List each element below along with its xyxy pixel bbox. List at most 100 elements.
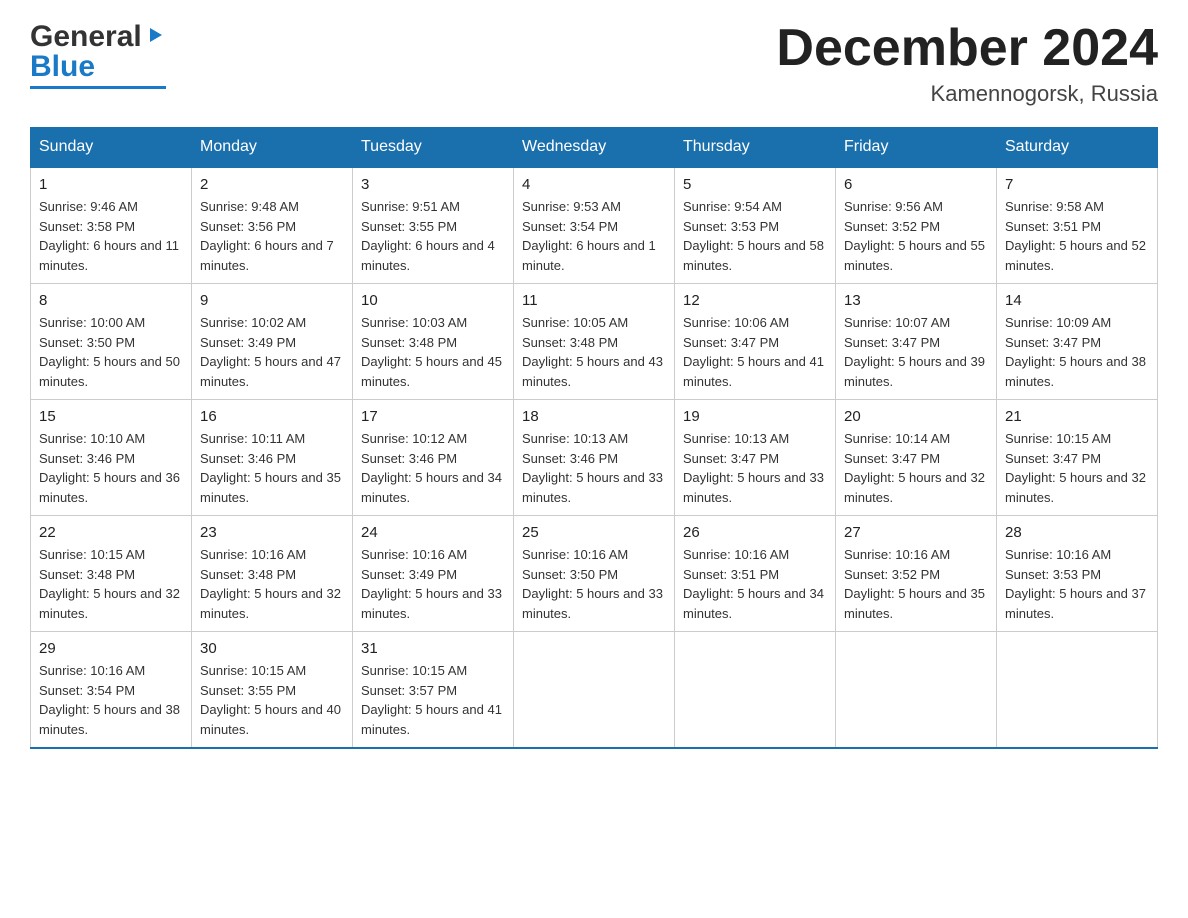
- calendar-header-row: SundayMondayTuesdayWednesdayThursdayFrid…: [31, 128, 1158, 168]
- day-info: Sunrise: 10:16 AMSunset: 3:48 PMDaylight…: [200, 545, 344, 623]
- day-number: 16: [200, 408, 344, 425]
- day-info: Sunrise: 10:15 AMSunset: 3:57 PMDaylight…: [361, 661, 505, 739]
- day-info: Sunrise: 10:14 AMSunset: 3:47 PMDaylight…: [844, 429, 988, 507]
- logo-general-text: General: [30, 20, 142, 54]
- day-number: 25: [522, 524, 666, 541]
- day-info: Sunrise: 10:15 AMSunset: 3:48 PMDaylight…: [39, 545, 183, 623]
- day-number: 29: [39, 640, 183, 657]
- calendar-cell: 11Sunrise: 10:05 AMSunset: 3:48 PMDaylig…: [514, 284, 675, 400]
- calendar-cell: 28 Sunrise: 10:16 AMSunset: 3:53 PMDaylig…: [997, 516, 1158, 632]
- day-info: Sunrise: 10:16 AMSunset: 3:52 PMDaylight…: [844, 545, 988, 623]
- day-info: Sunrise: 9:51 AMSunset: 3:55 PMDaylight:…: [361, 197, 505, 275]
- calendar-cell: 15 Sunrise: 10:10 AMSunset: 3:46 PMDaylig…: [31, 400, 192, 516]
- day-number: 12: [683, 292, 827, 309]
- calendar-cell: 13 Sunrise: 10:07 AMSunset: 3:47 PMDaylig…: [836, 284, 997, 400]
- day-number: 24: [361, 524, 505, 541]
- calendar-cell: 23 Sunrise: 10:16 AMSunset: 3:48 PMDaylig…: [192, 516, 353, 632]
- calendar-cell: 8 Sunrise: 10:00 AMSunset: 3:50 PMDayligh…: [31, 284, 192, 400]
- calendar-week-1: 1 Sunrise: 9:46 AMSunset: 3:58 PMDaylight…: [31, 167, 1158, 284]
- day-number: 17: [361, 408, 505, 425]
- day-info: Sunrise: 10:15 AMSunset: 3:47 PMDaylight…: [1005, 429, 1149, 507]
- col-header-sunday: Sunday: [31, 128, 192, 168]
- calendar-cell: [514, 632, 675, 749]
- day-info: Sunrise: 10:03 AMSunset: 3:48 PMDaylight…: [361, 313, 505, 391]
- day-info: Sunrise: 9:58 AMSunset: 3:51 PMDaylight:…: [1005, 197, 1149, 275]
- calendar-cell: [997, 632, 1158, 749]
- logo-arrow-icon: [144, 24, 166, 51]
- calendar-cell: 12 Sunrise: 10:06 AMSunset: 3:47 PMDaylig…: [675, 284, 836, 400]
- day-info: Sunrise: 9:54 AMSunset: 3:53 PMDaylight:…: [683, 197, 827, 275]
- day-info: Sunrise: 9:46 AMSunset: 3:58 PMDaylight:…: [39, 197, 183, 275]
- col-header-friday: Friday: [836, 128, 997, 168]
- day-number: 5: [683, 176, 827, 193]
- col-header-wednesday: Wednesday: [514, 128, 675, 168]
- calendar-cell: 31Sunrise: 10:15 AMSunset: 3:57 PMDaylig…: [353, 632, 514, 749]
- day-info: Sunrise: 10:06 AMSunset: 3:47 PMDaylight…: [683, 313, 827, 391]
- day-number: 3: [361, 176, 505, 193]
- day-number: 28: [1005, 524, 1149, 541]
- day-info: Sunrise: 10:00 AMSunset: 3:50 PMDaylight…: [39, 313, 183, 391]
- day-info: Sunrise: 10:16 AMSunset: 3:54 PMDaylight…: [39, 661, 183, 739]
- calendar-week-5: 29 Sunrise: 10:16 AMSunset: 3:54 PMDaylig…: [31, 632, 1158, 749]
- day-number: 13: [844, 292, 988, 309]
- day-number: 9: [200, 292, 344, 309]
- calendar-cell: 24 Sunrise: 10:16 AMSunset: 3:49 PMDaylig…: [353, 516, 514, 632]
- day-info: Sunrise: 10:13 AMSunset: 3:46 PMDaylight…: [522, 429, 666, 507]
- day-number: 7: [1005, 176, 1149, 193]
- day-number: 1: [39, 176, 183, 193]
- logo-blue-text: Blue: [30, 50, 95, 84]
- day-info: Sunrise: 10:13 AMSunset: 3:47 PMDaylight…: [683, 429, 827, 507]
- location: Kamennogorsk, Russia: [776, 81, 1158, 107]
- calendar-cell: 27 Sunrise: 10:16 AMSunset: 3:52 PMDaylig…: [836, 516, 997, 632]
- calendar-cell: [675, 632, 836, 749]
- day-number: 27: [844, 524, 988, 541]
- day-info: Sunrise: 9:56 AMSunset: 3:52 PMDaylight:…: [844, 197, 988, 275]
- col-header-monday: Monday: [192, 128, 353, 168]
- title-area: December 2024 Kamennogorsk, Russia: [776, 20, 1158, 107]
- day-info: Sunrise: 10:10 AMSunset: 3:46 PMDaylight…: [39, 429, 183, 507]
- day-number: 26: [683, 524, 827, 541]
- day-number: 15: [39, 408, 183, 425]
- day-number: 11: [522, 292, 666, 309]
- calendar-cell: 4Sunrise: 9:53 AMSunset: 3:54 PMDaylight…: [514, 167, 675, 284]
- day-number: 4: [522, 176, 666, 193]
- day-number: 6: [844, 176, 988, 193]
- day-number: 8: [39, 292, 183, 309]
- calendar-cell: 29 Sunrise: 10:16 AMSunset: 3:54 PMDaylig…: [31, 632, 192, 749]
- calendar-cell: 1 Sunrise: 9:46 AMSunset: 3:58 PMDaylight…: [31, 167, 192, 284]
- calendar-cell: 14 Sunrise: 10:09 AMSunset: 3:47 PMDaylig…: [997, 284, 1158, 400]
- day-info: Sunrise: 10:16 AMSunset: 3:53 PMDaylight…: [1005, 545, 1149, 623]
- calendar-cell: 26 Sunrise: 10:16 AMSunset: 3:51 PMDaylig…: [675, 516, 836, 632]
- day-info: Sunrise: 9:48 AMSunset: 3:56 PMDaylight:…: [200, 197, 344, 275]
- day-info: Sunrise: 10:02 AMSunset: 3:49 PMDaylight…: [200, 313, 344, 391]
- day-info: Sunrise: 10:16 AMSunset: 3:51 PMDaylight…: [683, 545, 827, 623]
- day-number: 30: [200, 640, 344, 657]
- day-info: Sunrise: 10:16 AMSunset: 3:50 PMDaylight…: [522, 545, 666, 623]
- col-header-saturday: Saturday: [997, 128, 1158, 168]
- calendar-cell: 19 Sunrise: 10:13 AMSunset: 3:47 PMDaylig…: [675, 400, 836, 516]
- day-info: Sunrise: 10:16 AMSunset: 3:49 PMDaylight…: [361, 545, 505, 623]
- calendar-cell: 5 Sunrise: 9:54 AMSunset: 3:53 PMDaylight…: [675, 167, 836, 284]
- calendar-cell: 10Sunrise: 10:03 AMSunset: 3:48 PMDaylig…: [353, 284, 514, 400]
- day-number: 14: [1005, 292, 1149, 309]
- calendar-cell: 20Sunrise: 10:14 AMSunset: 3:47 PMDaylig…: [836, 400, 997, 516]
- day-info: Sunrise: 10:09 AMSunset: 3:47 PMDaylight…: [1005, 313, 1149, 391]
- calendar-week-3: 15 Sunrise: 10:10 AMSunset: 3:46 PMDaylig…: [31, 400, 1158, 516]
- calendar-cell: 18Sunrise: 10:13 AMSunset: 3:46 PMDaylig…: [514, 400, 675, 516]
- day-number: 2: [200, 176, 344, 193]
- page-header: General Blue December 2024 Kamennogorsk,…: [30, 20, 1158, 107]
- day-number: 19: [683, 408, 827, 425]
- calendar-cell: 30Sunrise: 10:15 AMSunset: 3:55 PMDaylig…: [192, 632, 353, 749]
- day-info: Sunrise: 10:07 AMSunset: 3:47 PMDaylight…: [844, 313, 988, 391]
- day-number: 21: [1005, 408, 1149, 425]
- calendar-cell: 7 Sunrise: 9:58 AMSunset: 3:51 PMDaylight…: [997, 167, 1158, 284]
- day-number: 22: [39, 524, 183, 541]
- col-header-thursday: Thursday: [675, 128, 836, 168]
- logo-underline: [30, 86, 166, 89]
- day-number: 23: [200, 524, 344, 541]
- calendar-cell: 16Sunrise: 10:11 AMSunset: 3:46 PMDaylig…: [192, 400, 353, 516]
- calendar-cell: 6 Sunrise: 9:56 AMSunset: 3:52 PMDaylight…: [836, 167, 997, 284]
- calendar-cell: 3 Sunrise: 9:51 AMSunset: 3:55 PMDaylight…: [353, 167, 514, 284]
- calendar-cell: [836, 632, 997, 749]
- calendar-cell: 9 Sunrise: 10:02 AMSunset: 3:49 PMDayligh…: [192, 284, 353, 400]
